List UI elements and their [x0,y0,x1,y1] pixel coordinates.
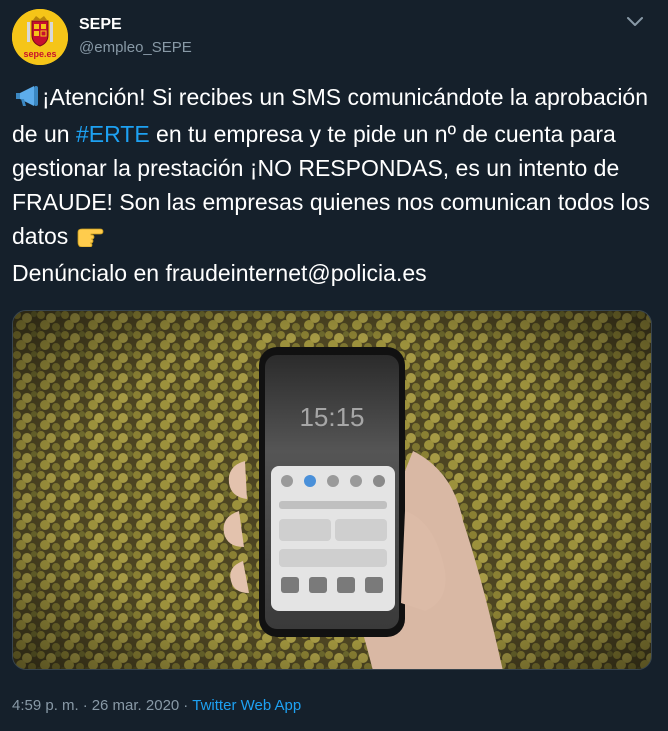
megaphone-icon [12,83,42,117]
tweet-text-part-3: Denúncialo en fraudeinternet@policia.es [12,260,427,286]
pointing-right-icon [75,222,105,256]
tweet-date[interactable]: 26 mar. 2020 [92,697,180,714]
author-handle[interactable]: @empleo_SEPE [79,39,192,56]
meta-separator-2: · [183,697,189,714]
tweet-text: ¡Atención! Si recibes un SMS comunicándo… [12,80,652,290]
chevron-down-icon [627,17,643,26]
hashtag-link[interactable]: #ERTE [76,121,150,147]
more-options-button[interactable] [624,12,646,30]
tweet-image[interactable]: 15:15 [12,310,652,670]
phone-time: 15:15 [299,402,364,432]
tweet-meta: 4:59 p. m. · 26 mar. 2020 · Twitter Web App [12,697,301,714]
sepe-logo-icon: sepe.es [12,9,68,65]
phone-in-hand-photo: 15:15 [13,311,651,669]
avatar-text: sepe.es [23,49,56,59]
avatar[interactable]: sepe.es [12,9,68,65]
author-name[interactable]: SEPE [79,16,122,34]
meta-separator: · [82,697,88,714]
tweet-source-link[interactable]: Twitter Web App [192,697,301,714]
tweet-time[interactable]: 4:59 p. m. [12,697,79,714]
